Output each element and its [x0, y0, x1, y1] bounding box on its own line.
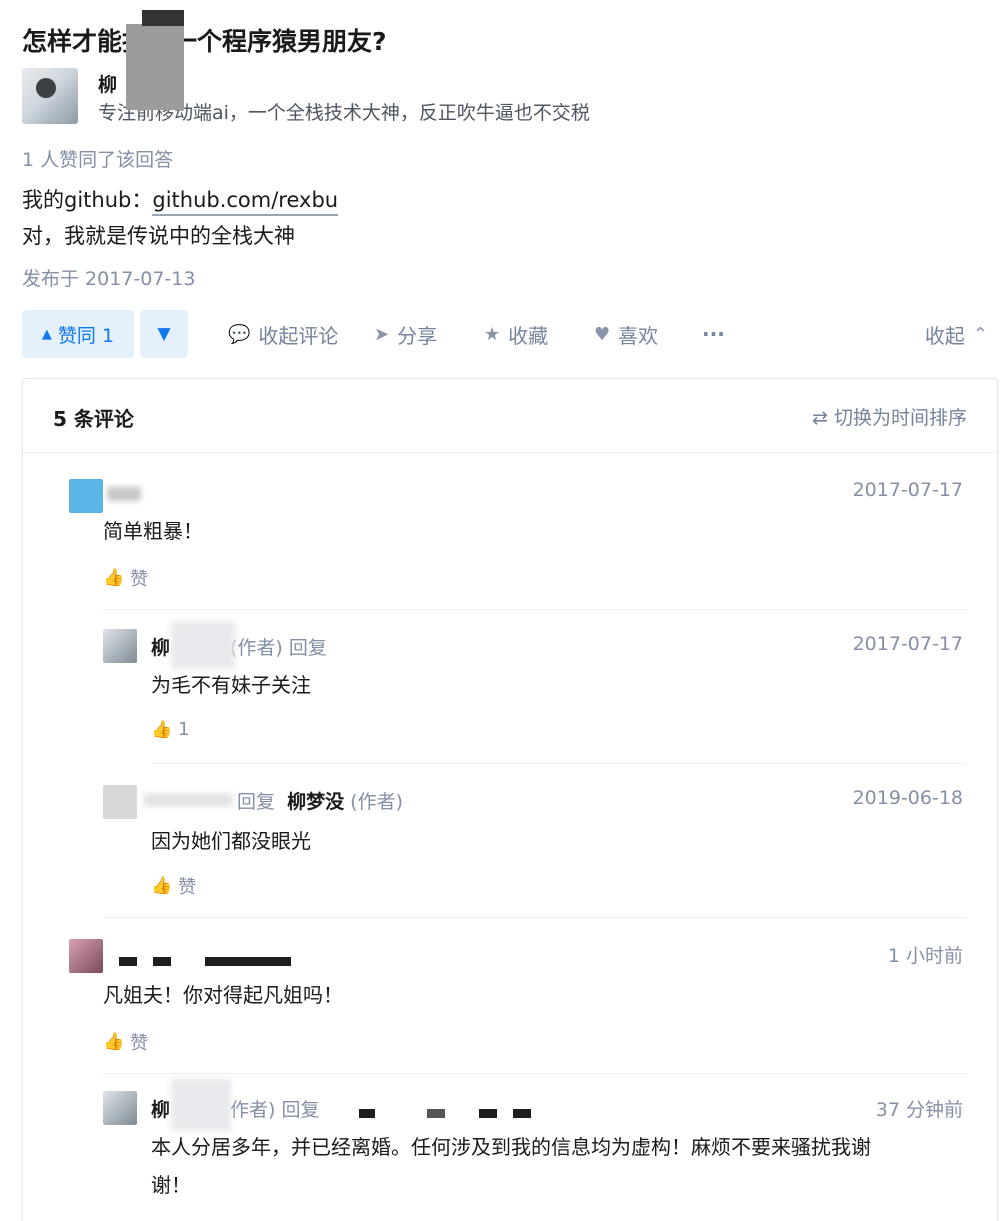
- more-icon: ···: [702, 322, 725, 346]
- triangle-down-icon: ▼: [157, 324, 171, 344]
- commenter-name-text: 柳: [151, 1099, 171, 1121]
- author-tag: 作者) 回复: [230, 1099, 320, 1121]
- name-mosaic-top: [142, 10, 184, 26]
- comment-icon: 💬: [228, 323, 251, 345]
- sort-switch-label: 切换为时间排序: [833, 407, 967, 429]
- comment-date: 37 分钟前: [875, 1099, 963, 1121]
- comment-text: 简单粗暴！: [103, 519, 203, 543]
- vote-up-label: 赞同 1: [57, 324, 115, 347]
- reply-prefix: 回复: [237, 791, 276, 813]
- commenter-avatar[interactable]: [103, 629, 137, 663]
- like-label: 喜欢: [618, 323, 659, 348]
- comment-like-button[interactable]: 👍 赞: [151, 873, 196, 899]
- comment-like-label: 赞: [130, 1033, 149, 1054]
- commenter-avatar[interactable]: [69, 479, 103, 513]
- triangle-up-icon: ▲: [41, 326, 52, 342]
- comment-date: 1 小时前: [887, 945, 963, 967]
- comment-text: 为毛不有妹子关注: [151, 673, 311, 697]
- comment-text: 本人分居多年，并已经离婚。任何涉及到我的信息均为虚构！麻烦不要来骚扰我谢: [151, 1135, 871, 1159]
- favorite-button[interactable]: ★ 收藏: [484, 310, 548, 358]
- voters-count[interactable]: 1 人赞同了该回答: [22, 145, 173, 172]
- action-bar: ▲ 赞同 1 ▼ 💬 收起评论 ➤ 分享 ★ 收藏 ♥ 喜欢 ··· 收起 ⌃: [22, 310, 988, 360]
- comment-divider: [103, 609, 967, 610]
- comment-divider: [103, 917, 967, 918]
- comment-like-count: 1: [178, 719, 190, 740]
- name-blur: [171, 1079, 231, 1131]
- comment-divider: [103, 1073, 967, 1074]
- comment-date: 2017-07-17: [852, 633, 963, 655]
- comments-panel: 5 条评论 ⇄ 切换为时间排序 2017-07-17 简单粗暴！ 👍 赞 柳 (作…: [22, 378, 998, 1221]
- share-label: 分享: [397, 323, 438, 348]
- like-button[interactable]: ♥ 喜欢: [594, 310, 658, 358]
- comment-like-label: 赞: [130, 569, 149, 590]
- paper-plane-icon: ➤: [374, 323, 390, 345]
- favorite-label: 收藏: [508, 323, 549, 348]
- comments-count: 5 条评论: [53, 407, 134, 431]
- chevron-up-icon: ⌃: [972, 323, 988, 345]
- commenter-avatar[interactable]: [103, 1091, 137, 1125]
- reply-target-mosaic: [479, 1109, 497, 1118]
- comment-like-button[interactable]: 👍 赞: [103, 565, 148, 591]
- commenter-avatar[interactable]: [69, 939, 103, 973]
- commenter-name-mosaic: [119, 957, 137, 966]
- github-label: 我的github：: [22, 188, 153, 212]
- answer-line-1: 我的github：github.com/rexbu: [22, 184, 339, 216]
- vote-up-button[interactable]: ▲ 赞同 1: [22, 310, 134, 358]
- swap-icon: ⇄: [812, 407, 828, 429]
- comment-date: 2019-06-18: [852, 787, 963, 809]
- name-blur: [171, 621, 235, 669]
- author-tag: (作者) 回复: [230, 637, 327, 659]
- name-mosaic: [126, 24, 184, 110]
- question-title[interactable]: 怎样才能找到一个程序猿男朋友?: [22, 22, 387, 58]
- more-button[interactable]: ···: [702, 310, 725, 358]
- sort-switch-button[interactable]: ⇄ 切换为时间排序: [812, 403, 967, 430]
- reply-to-name: 柳梦没: [287, 791, 345, 813]
- commenter-name-mosaic: [205, 957, 291, 966]
- comments-header: 5 条评论 ⇄ 切换为时间排序: [23, 379, 997, 453]
- thumbs-up-icon: 👍: [103, 568, 125, 588]
- thumbs-up-icon: 👍: [151, 876, 173, 896]
- heart-icon: ♥: [594, 323, 611, 345]
- comment-text-cont: 谢！: [151, 1173, 191, 1197]
- commenter-name-text: 柳: [151, 637, 171, 659]
- collapse-button[interactable]: 收起 ⌃: [925, 310, 988, 358]
- comment-text: 因为她们都没眼光: [151, 829, 311, 853]
- author-avatar[interactable]: [22, 68, 78, 124]
- comment-like-label: 赞: [178, 877, 197, 898]
- share-button[interactable]: ➤ 分享: [374, 310, 437, 358]
- reply-target-mosaic: [427, 1109, 445, 1118]
- thumbs-up-icon: 👍: [151, 719, 173, 740]
- collapse-comments-button[interactable]: 💬 收起评论: [228, 310, 338, 358]
- commenter-name-blurred: [143, 793, 233, 807]
- commenter-name[interactable]: 回复 柳梦没 (作者): [237, 787, 403, 814]
- thumbs-up-icon: 👍: [103, 1032, 125, 1052]
- comment-date: 2017-07-17: [852, 479, 963, 501]
- answer-line-2: 对，我就是传说中的全栈大神: [22, 224, 295, 248]
- vote-down-button[interactable]: ▼: [140, 310, 188, 358]
- comment-like-button[interactable]: 👍 赞: [103, 1029, 148, 1055]
- comment-divider: [151, 763, 967, 764]
- collapse-comments-label: 收起评论: [258, 323, 339, 348]
- commenter-name-mosaic: [153, 957, 171, 966]
- github-link[interactable]: github.com/rexbu: [152, 188, 339, 216]
- reply-target-mosaic: [359, 1109, 375, 1118]
- author-name[interactable]: 柳: [98, 70, 117, 97]
- collapse-label: 收起: [924, 323, 965, 348]
- publish-date[interactable]: 发布于 2017-07-13: [22, 264, 195, 291]
- reply-target-mosaic: [513, 1109, 531, 1118]
- comment-like-button[interactable]: 👍 1: [151, 719, 190, 740]
- comment-text: 凡姐夫！你对得起凡姐吗！: [103, 983, 343, 1007]
- star-icon: ★: [484, 323, 501, 345]
- author-tag: (作者): [350, 791, 403, 813]
- commenter-avatar[interactable]: [103, 785, 137, 819]
- commenter-name-blurred: [107, 487, 141, 501]
